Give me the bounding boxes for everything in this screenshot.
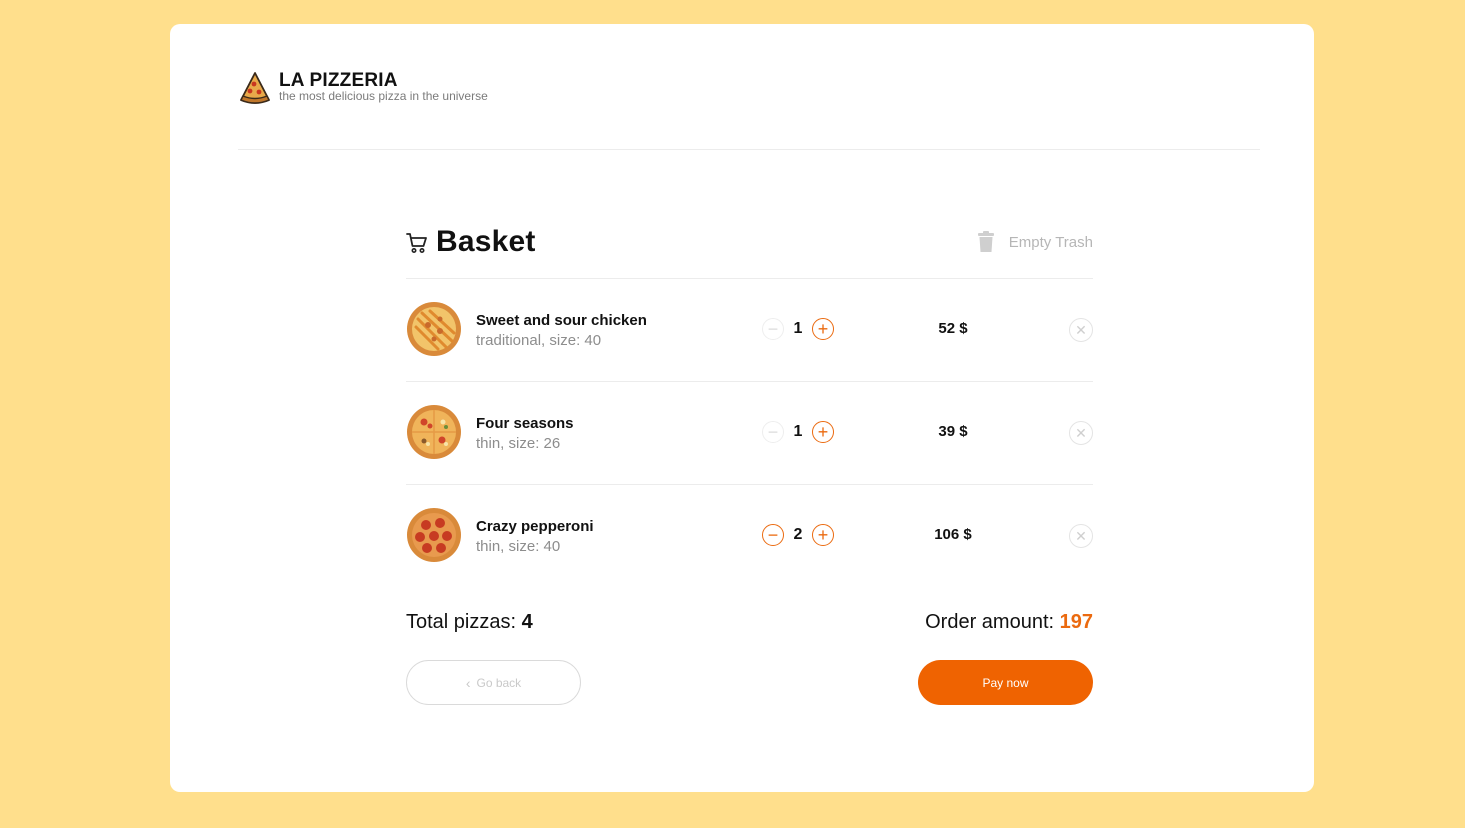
decrease-quantity-button[interactable]: − [762, 421, 784, 443]
cart-icon [406, 233, 427, 253]
item-info: Crazy pepperoni thin, size: 40 [476, 517, 594, 557]
basket-item: Four seasons thin, size: 26 − 1 + 39 $ ✕ [406, 382, 1093, 485]
total-pizzas-label: Total pizzas: [406, 611, 517, 633]
decrease-quantity-button[interactable]: − [762, 524, 784, 546]
basket-title-group: Basket [406, 225, 536, 259]
item-size: size: 26 [508, 435, 561, 452]
decrease-quantity-button[interactable]: − [762, 318, 784, 340]
pay-now-button[interactable]: Pay now [918, 660, 1093, 705]
brand-text: LA PIZZERIA the most delicious pizza in … [279, 68, 488, 102]
quantity-value: 1 [793, 423, 803, 440]
item-dough: traditional, [476, 332, 546, 349]
total-pizzas-value: 4 [521, 611, 533, 633]
item-size: size: 40 [508, 538, 561, 555]
basket-totals: Total pizzas: 4 Order amount: 197 [406, 611, 1093, 634]
item-dough: thin, [476, 435, 505, 452]
item-name: Four seasons [476, 415, 574, 432]
remove-item-button[interactable]: ✕ [1069, 524, 1093, 548]
increase-quantity-button[interactable]: + [812, 421, 834, 443]
header-divider [238, 149, 1260, 150]
item-size: size: 40 [549, 332, 602, 349]
order-amount-value: 197 [1059, 611, 1093, 633]
trash-icon [977, 231, 994, 252]
empty-trash-label: Empty Trash [1008, 233, 1093, 251]
basket-title: Basket [436, 225, 536, 258]
chevron-left-icon: ‹ [465, 674, 471, 691]
brand-subtitle: the most delicious pizza in the universe [279, 89, 488, 103]
item-price: 39 $ [938, 423, 968, 440]
item-info: Sweet and sour chicken traditional, size… [476, 311, 647, 351]
increase-quantity-button[interactable]: + [812, 524, 834, 546]
pizza-image [407, 302, 461, 356]
order-amount-label: Order amount: [925, 611, 1055, 633]
remove-item-button[interactable]: ✕ [1069, 318, 1093, 342]
go-back-button[interactable]: ‹ Go back [406, 660, 581, 705]
close-icon: ✕ [1075, 527, 1087, 544]
item-name: Crazy pepperoni [476, 518, 594, 535]
item-dough: thin, [476, 538, 505, 555]
pizza-slice-icon [240, 72, 270, 104]
item-price: 106 $ [934, 526, 972, 543]
empty-trash-button[interactable]: Empty Trash [977, 231, 1093, 253]
quantity-stepper: − 2 + [762, 524, 834, 546]
basket-section: Basket Empty Trash Sweet and sour chicke… [406, 220, 1093, 705]
basket-actions: ‹ Go back Pay now [406, 660, 1093, 705]
quantity-stepper: − 1 + [762, 318, 834, 340]
total-pizzas: Total pizzas: 4 [406, 611, 533, 634]
main-card: LA PIZZERIA the most delicious pizza in … [170, 24, 1314, 792]
quantity-stepper: − 1 + [762, 421, 834, 443]
basket-header: Basket Empty Trash [406, 220, 1093, 279]
item-description: traditional, size: 40 [476, 331, 647, 351]
remove-item-button[interactable]: ✕ [1069, 421, 1093, 445]
close-icon: ✕ [1075, 424, 1087, 441]
item-price: 52 $ [938, 320, 968, 337]
order-amount: Order amount: 197 [925, 611, 1093, 634]
increase-quantity-button[interactable]: + [812, 318, 834, 340]
header: LA PIZZERIA the most delicious pizza in … [238, 68, 488, 104]
basket-item: Crazy pepperoni thin, size: 40 − 2 + 106… [406, 485, 1093, 587]
basket-items: Sweet and sour chicken traditional, size… [406, 279, 1093, 587]
basket-item: Sweet and sour chicken traditional, size… [406, 279, 1093, 382]
item-description: thin, size: 26 [476, 434, 574, 454]
pizza-image [407, 405, 461, 459]
close-icon: ✕ [1075, 321, 1087, 338]
pay-now-label: Pay now [982, 675, 1029, 690]
item-name: Sweet and sour chicken [476, 312, 647, 329]
go-back-label: Go back [476, 675, 522, 690]
pizza-image [407, 508, 461, 562]
quantity-value: 2 [793, 526, 803, 543]
item-info: Four seasons thin, size: 26 [476, 414, 574, 454]
quantity-value: 1 [793, 320, 803, 337]
item-description: thin, size: 40 [476, 537, 594, 557]
